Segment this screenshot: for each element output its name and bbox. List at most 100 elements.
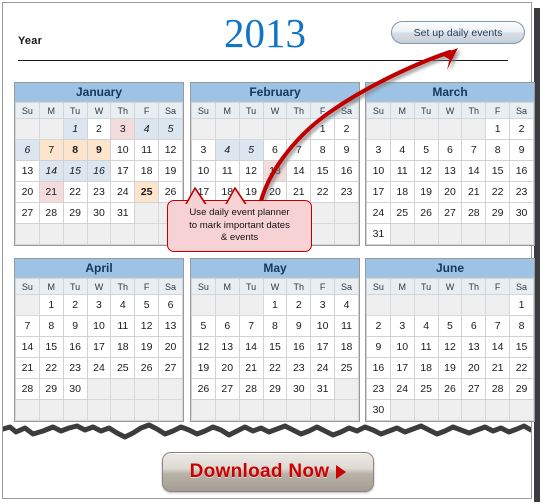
day-cell[interactable]: 15 [62, 160, 88, 182]
day-cell[interactable]: 7 [15, 315, 40, 337]
day-cell[interactable]: 6 [158, 294, 183, 316]
day-cell[interactable]: 16 [62, 336, 88, 358]
day-cell[interactable]: 31 [366, 223, 391, 245]
day-cell[interactable]: 29 [38, 378, 64, 400]
day-cell[interactable]: 11 [134, 139, 160, 161]
day-cell[interactable]: 8 [310, 139, 336, 161]
day-cell[interactable]: 3 [310, 294, 336, 316]
day-cell[interactable]: 24 [110, 181, 136, 203]
day-cell[interactable]: 20 [158, 336, 183, 358]
day-cell[interactable]: 14 [286, 160, 312, 182]
day-cell[interactable]: 5 [134, 294, 160, 316]
day-cell[interactable]: 21 [485, 357, 511, 379]
day-cell[interactable]: 11 [413, 336, 439, 358]
day-cell[interactable]: 30 [286, 378, 312, 400]
day-cell[interactable]: 21 [15, 357, 40, 379]
day-cell[interactable]: 14 [485, 336, 511, 358]
day-cell[interactable]: 1 [485, 118, 511, 140]
day-cell[interactable]: 15 [310, 160, 336, 182]
day-cell[interactable]: 10 [110, 139, 136, 161]
day-cell[interactable]: 3 [366, 139, 391, 161]
day-cell[interactable]: 3 [191, 139, 216, 161]
day-cell[interactable]: 9 [286, 315, 312, 337]
day-cell[interactable]: 25 [413, 378, 439, 400]
day-cell[interactable]: 18 [413, 357, 439, 379]
day-cell[interactable]: 20 [437, 181, 463, 203]
day-cell[interactable]: 31 [310, 378, 336, 400]
day-cell[interactable]: 9 [334, 139, 359, 161]
day-cell[interactable]: 12 [437, 336, 463, 358]
day-cell[interactable]: 24 [366, 202, 391, 224]
day-cell[interactable]: 26 [413, 202, 439, 224]
day-cell[interactable]: 22 [62, 181, 88, 203]
day-cell[interactable]: 26 [134, 357, 160, 379]
day-cell[interactable]: 1 [509, 294, 534, 316]
day-cell[interactable]: 29 [485, 202, 511, 224]
download-now-button[interactable]: Download Now [162, 452, 374, 492]
day-cell[interactable]: 21 [238, 357, 264, 379]
day-cell[interactable]: 22 [262, 357, 288, 379]
day-cell[interactable]: 22 [509, 357, 534, 379]
day-cell[interactable]: 9 [509, 139, 534, 161]
day-cell[interactable]: 18 [134, 160, 160, 182]
day-cell[interactable]: 1 [262, 294, 288, 316]
day-cell[interactable]: 28 [485, 378, 511, 400]
day-cell[interactable]: 17 [310, 336, 336, 358]
day-cell[interactable]: 19 [437, 357, 463, 379]
day-cell[interactable]: 2 [509, 118, 534, 140]
day-cell[interactable]: 10 [366, 160, 391, 182]
day-cell[interactable]: 30 [86, 202, 112, 224]
day-cell[interactable]: 25 [334, 357, 359, 379]
day-cell[interactable]: 17 [366, 181, 391, 203]
day-cell[interactable]: 7 [485, 315, 511, 337]
day-cell[interactable]: 27 [437, 202, 463, 224]
day-cell[interactable]: 6 [15, 139, 40, 161]
day-cell[interactable]: 17 [389, 357, 415, 379]
day-cell[interactable]: 6 [461, 315, 487, 337]
day-cell[interactable]: 10 [191, 160, 216, 182]
day-cell[interactable]: 23 [286, 357, 312, 379]
day-cell[interactable]: 23 [509, 181, 534, 203]
day-cell[interactable]: 13 [158, 315, 183, 337]
setup-daily-events-button[interactable]: Set up daily events [391, 21, 525, 44]
day-cell[interactable]: 11 [214, 160, 240, 182]
day-cell[interactable]: 14 [38, 160, 64, 182]
day-cell[interactable]: 10 [86, 315, 112, 337]
day-cell[interactable]: 16 [509, 160, 534, 182]
day-cell[interactable]: 20 [15, 181, 40, 203]
day-cell[interactable]: 23 [334, 181, 359, 203]
day-cell[interactable]: 2 [334, 118, 359, 140]
day-cell[interactable]: 7 [461, 139, 487, 161]
day-cell[interactable]: 31 [110, 202, 136, 224]
day-cell[interactable]: 16 [334, 160, 359, 182]
day-cell[interactable]: 5 [437, 315, 463, 337]
day-cell[interactable]: 13 [262, 160, 288, 182]
day-cell[interactable]: 11 [110, 315, 136, 337]
day-cell[interactable]: 25 [389, 202, 415, 224]
day-cell[interactable]: 19 [191, 357, 216, 379]
day-cell[interactable]: 21 [38, 181, 64, 203]
day-cell[interactable]: 12 [191, 336, 216, 358]
day-cell[interactable]: 27 [158, 357, 183, 379]
day-cell[interactable]: 15 [509, 336, 534, 358]
day-cell[interactable]: 13 [15, 160, 40, 182]
day-cell[interactable]: 21 [461, 181, 487, 203]
day-cell[interactable]: 2 [366, 315, 391, 337]
day-cell[interactable]: 27 [461, 378, 487, 400]
day-cell[interactable]: 9 [86, 139, 112, 161]
day-cell[interactable]: 16 [86, 160, 112, 182]
day-cell[interactable]: 18 [334, 336, 359, 358]
day-cell[interactable]: 8 [38, 315, 64, 337]
day-cell[interactable]: 25 [134, 181, 160, 203]
day-cell[interactable]: 13 [461, 336, 487, 358]
day-cell[interactable]: 4 [214, 139, 240, 161]
day-cell[interactable]: 20 [461, 357, 487, 379]
day-cell[interactable]: 14 [15, 336, 40, 358]
day-cell[interactable]: 6 [214, 315, 240, 337]
day-cell[interactable]: 27 [15, 202, 40, 224]
day-cell[interactable]: 11 [334, 315, 359, 337]
day-cell[interactable]: 3 [110, 118, 136, 140]
day-cell[interactable]: 12 [238, 160, 264, 182]
day-cell[interactable]: 14 [238, 336, 264, 358]
day-cell[interactable]: 7 [286, 139, 312, 161]
